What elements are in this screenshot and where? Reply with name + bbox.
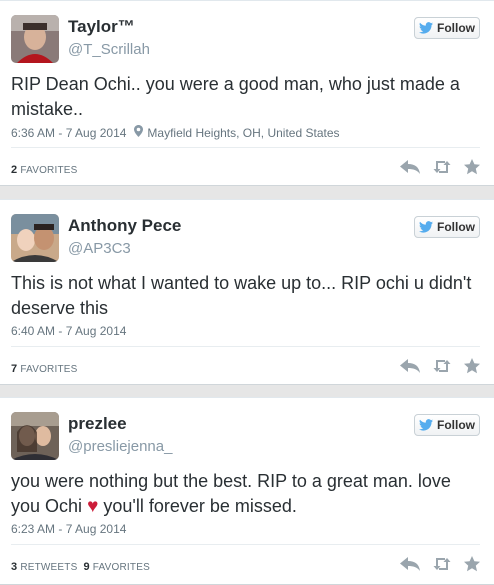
follow-label: Follow: [437, 418, 475, 432]
twitter-bird-icon: [419, 221, 433, 233]
retweets-label: RETWEETS: [20, 562, 78, 573]
tweet-stats[interactable]: 2 FAVORITES: [11, 164, 78, 176]
tweet-meta: 6:23 AM - 7 Aug 2014: [11, 522, 126, 536]
favorites-count: 2: [11, 164, 18, 176]
heart-emoji-icon: ♥: [87, 496, 99, 517]
favorites-label: FAVORITES: [92, 562, 150, 573]
avatar[interactable]: [11, 15, 59, 63]
favorites-count: 9: [83, 561, 90, 573]
tweet-text: you were nothing but the best. RIP to a …: [11, 469, 481, 519]
favorites-count: 7: [11, 363, 18, 375]
tweet-actions: [400, 556, 480, 577]
divider: [11, 147, 480, 148]
retweet-icon[interactable]: [432, 359, 452, 378]
favorite-icon[interactable]: [464, 556, 480, 577]
tweet-text-part: you'll forever be missed.: [103, 496, 297, 516]
tweet-meta: 6:40 AM - 7 Aug 2014: [11, 324, 126, 338]
retweet-icon[interactable]: [432, 160, 452, 179]
timestamp[interactable]: 6:23 AM - 7 Aug 2014: [11, 522, 126, 536]
follow-button[interactable]: Follow: [414, 17, 480, 39]
reply-icon[interactable]: [400, 359, 420, 378]
display-name[interactable]: Taylor™: [68, 17, 135, 37]
twitter-bird-icon: [419, 419, 433, 431]
timestamp[interactable]: 6:36 AM - 7 Aug 2014: [11, 126, 126, 140]
tweet-stats[interactable]: 7 FAVORITES: [11, 363, 78, 375]
follow-label: Follow: [437, 220, 475, 234]
avatar[interactable]: [11, 412, 59, 460]
timestamp[interactable]: 6:40 AM - 7 Aug 2014: [11, 324, 126, 338]
tweet-card: Taylor™ @T_Scrillah Follow RIP Dean Ochi…: [0, 0, 494, 186]
username[interactable]: @presliejenna_: [68, 438, 172, 455]
favorites-label: FAVORITES: [20, 165, 78, 176]
tweet-card: prezlee @presliejenna_ Follow you were n…: [0, 397, 494, 585]
retweets-count: 3: [11, 561, 18, 573]
username[interactable]: @AP3C3: [68, 240, 131, 257]
display-name[interactable]: prezlee: [68, 414, 127, 434]
tweet-text: RIP Dean Ochi.. you were a good man, who…: [11, 74, 460, 119]
location-pin-icon: [134, 125, 144, 140]
favorite-icon[interactable]: [464, 159, 480, 180]
display-name[interactable]: Anthony Pece: [68, 216, 181, 236]
follow-button[interactable]: Follow: [414, 216, 480, 238]
tweet-text: This is not what I wanted to wake up to.…: [11, 273, 472, 318]
reply-icon[interactable]: [400, 557, 420, 576]
favorites-label: FAVORITES: [20, 364, 78, 375]
reply-icon[interactable]: [400, 160, 420, 179]
divider: [11, 346, 480, 347]
username[interactable]: @T_Scrillah: [68, 41, 150, 58]
twitter-bird-icon: [419, 22, 433, 34]
avatar[interactable]: [11, 214, 59, 262]
tweet-meta: 6:36 AM - 7 Aug 2014 Mayfield Heights, O…: [11, 125, 340, 140]
divider: [11, 544, 480, 545]
tweet-actions: [400, 358, 480, 379]
location[interactable]: Mayfield Heights, OH, United States: [147, 126, 339, 140]
follow-button[interactable]: Follow: [414, 414, 480, 436]
tweet-stats[interactable]: 3 RETWEETS 9 FAVORITES: [11, 561, 150, 573]
favorite-icon[interactable]: [464, 358, 480, 379]
tweet-card: Anthony Pece @AP3C3 Follow This is not w…: [0, 199, 494, 385]
retweet-icon[interactable]: [432, 557, 452, 576]
tweet-actions: [400, 159, 480, 180]
follow-label: Follow: [437, 21, 475, 35]
